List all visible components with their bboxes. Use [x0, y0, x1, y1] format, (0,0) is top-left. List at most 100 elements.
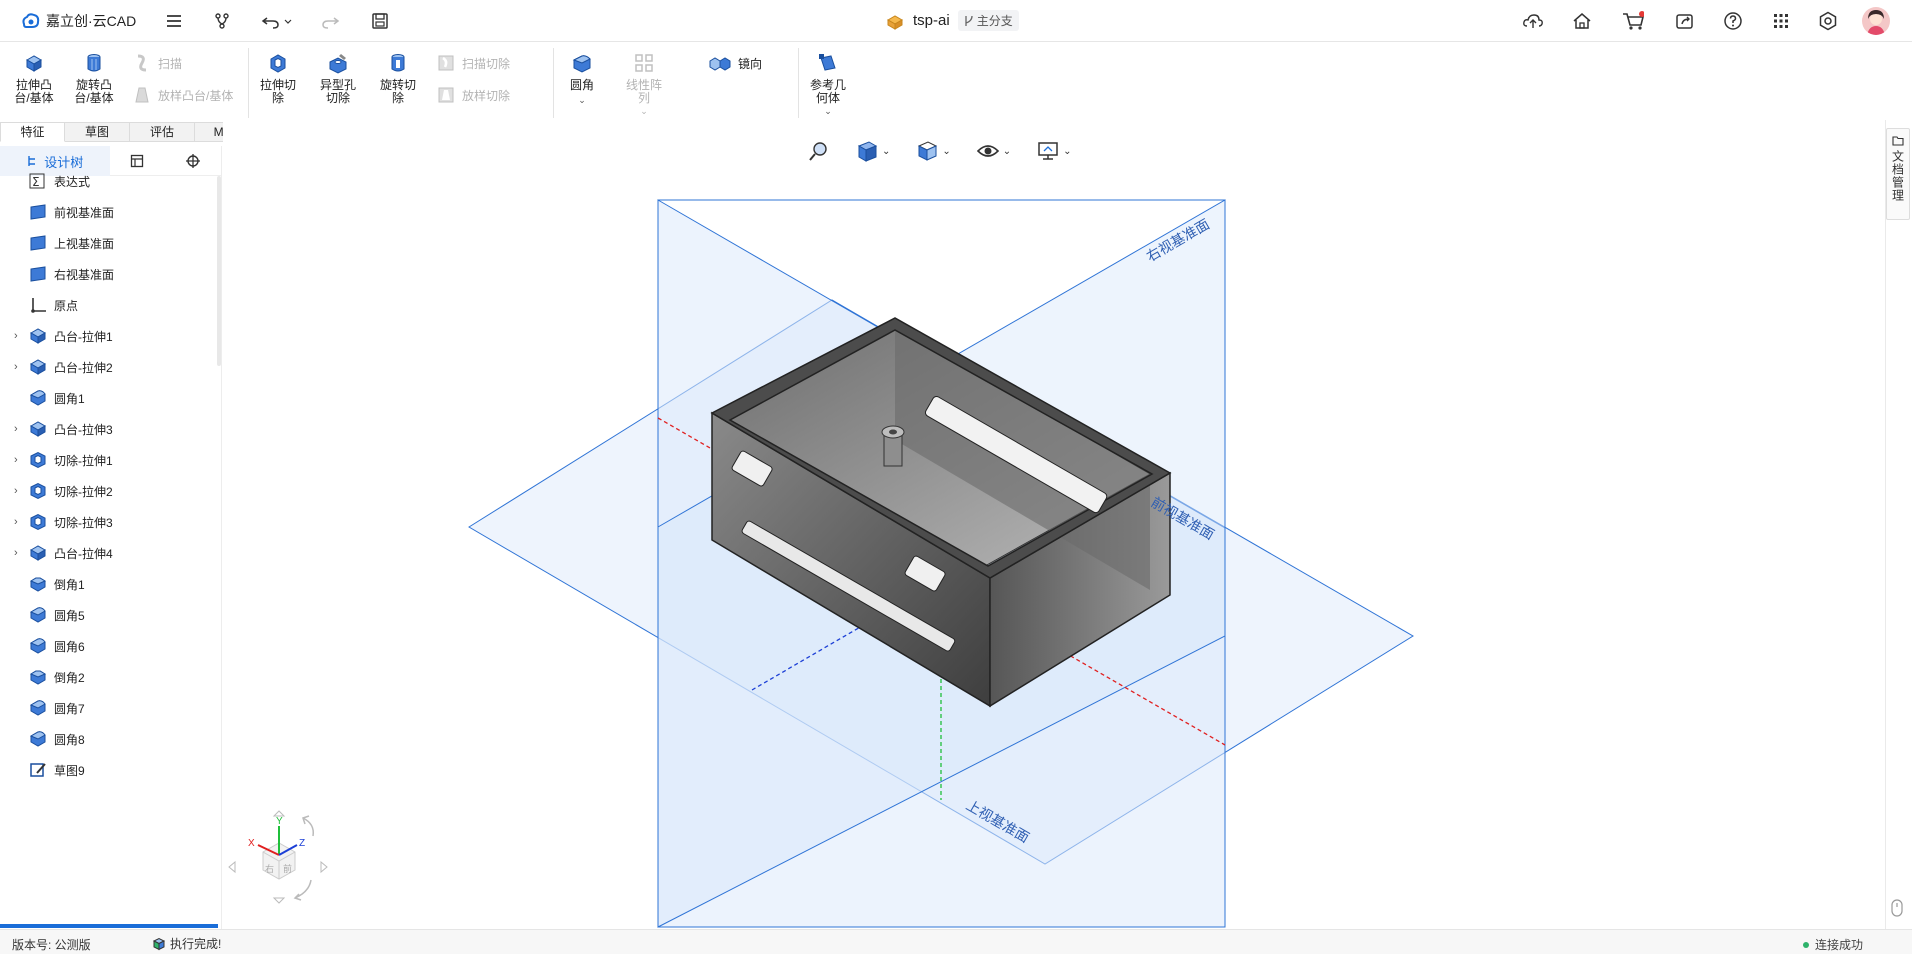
mouse-icon — [1891, 899, 1903, 917]
tree-item[interactable]: › 凸台-拉伸3 — [0, 419, 113, 439]
3d-viewport[interactable]: 右视基准面 前视基准面 上视基准面 Y X Z 右 前 — [223, 120, 1885, 929]
fillet-button[interactable]: 圆角 ⌄ — [560, 52, 604, 107]
tree-item[interactable]: 草图9 — [0, 760, 85, 780]
display-style-button[interactable]: ⌄ — [916, 140, 951, 162]
chevron-right-icon[interactable]: › — [14, 547, 28, 559]
tree-item-label: 凸台-拉伸3 — [54, 422, 113, 437]
sweep-cut-button[interactable]: 扫描切除 — [436, 53, 510, 73]
cart-icon[interactable] — [1622, 10, 1644, 32]
folder-icon — [1892, 136, 1904, 146]
tree-item[interactable]: 圆角1 — [0, 388, 85, 408]
branch-selector[interactable]: 主分支 — [957, 10, 1019, 31]
rotate-arrow-icon — [302, 815, 315, 837]
cloud-upload-icon[interactable] — [1522, 10, 1544, 32]
tree-item[interactable]: 圆角7 — [0, 698, 85, 718]
loft-boss-button[interactable]: 放样凸台/基体 — [132, 85, 233, 105]
fillet-icon — [572, 55, 591, 73]
cut-extrude-icon — [28, 451, 48, 469]
menu-icon[interactable] — [163, 10, 185, 32]
fillet-dropdown-chevron-icon[interactable]: ⌄ — [560, 94, 604, 107]
user-avatar[interactable] — [1862, 7, 1890, 35]
zoom-fit-button[interactable] — [808, 140, 830, 162]
tree-item[interactable]: 倒角1 — [0, 574, 85, 594]
model-scene: 右视基准面 前视基准面 上视基准面 — [468, 199, 1414, 928]
tree-item[interactable]: › 切除-拉伸1 — [0, 450, 113, 470]
origin-tab[interactable] — [165, 146, 221, 176]
tab-features[interactable]: 特征 — [0, 122, 65, 142]
chevron-right-icon[interactable]: › — [14, 423, 28, 435]
svg-text:Σ: Σ — [32, 175, 40, 189]
chevron-right-icon[interactable]: › — [14, 516, 28, 528]
tree-item[interactable]: › 凸台-拉伸2 — [0, 357, 113, 377]
redo-icon[interactable] — [319, 10, 341, 32]
tree-item[interactable]: 圆角8 — [0, 729, 85, 749]
tree-item-label: 圆角7 — [54, 701, 85, 716]
connection-status: 连接成功 — [1803, 936, 1863, 953]
revolve-boss-label: 旋转凸 台/基体 — [74, 78, 114, 105]
revolve-boss-button[interactable]: 旋转凸 台/基体 — [72, 52, 116, 105]
tree-item[interactable]: 前视基准面 — [0, 202, 114, 222]
tree-item[interactable]: › 切除-拉伸3 — [0, 512, 113, 532]
share-icon[interactable] — [1674, 10, 1696, 32]
sweep-cut-label: 扫描切除 — [462, 56, 511, 71]
revolve-cut-icon — [391, 54, 405, 72]
view-orientation-button[interactable]: ⌄ — [856, 140, 890, 162]
loft-cut-button[interactable]: 放样切除 — [436, 85, 510, 105]
tab-sketch[interactable]: 草图 — [65, 122, 130, 142]
revolve-cut-label: 旋转切 除 — [379, 78, 416, 105]
tree-item[interactable]: 圆角6 — [0, 636, 85, 656]
visibility-button[interactable]: ⌄ — [976, 143, 1011, 159]
app-logo[interactable]: 嘉立创·云CAD — [20, 11, 136, 31]
help-icon[interactable] — [1722, 10, 1744, 32]
undo-icon[interactable] — [260, 10, 294, 32]
boss-extrude-icon — [28, 327, 48, 345]
tree-item[interactable]: 原点 — [0, 295, 78, 315]
extrude-cut-button[interactable]: 拉伸切 除 — [256, 52, 300, 105]
tree-item-label: 右视基准面 — [54, 267, 115, 282]
tree-item[interactable]: › 切除-拉伸2 — [0, 481, 113, 501]
tree-scrollbar[interactable] — [217, 176, 221, 366]
apps-icon[interactable] — [1770, 10, 1792, 32]
tree-item[interactable]: 右视基准面 — [0, 264, 114, 284]
chevron-right-icon[interactable]: › — [14, 485, 28, 497]
display-style-icon — [918, 141, 938, 161]
chamfer-icon — [28, 668, 48, 686]
property-tab[interactable] — [110, 146, 166, 176]
document-name[interactable]: tsp-ai — [913, 12, 950, 29]
sweep-button[interactable]: 扫描 — [132, 53, 182, 73]
tree-item-label: 草图9 — [54, 763, 85, 778]
save-icon[interactable] — [369, 10, 391, 32]
branch-icon[interactable] — [211, 10, 233, 32]
revolve-cut-button[interactable]: 旋转切 除 — [376, 52, 420, 105]
document-manager-button[interactable]: 文档管理 — [1886, 128, 1910, 220]
chevron-down-icon: ⌄ — [1063, 145, 1072, 157]
tree-item[interactable]: Σ 表达式 — [0, 171, 90, 191]
reference-geometry-button[interactable]: 参考几 何体 ⌄ — [806, 52, 850, 118]
orientation-triad[interactable]: Y X Z 右 前 — [223, 810, 333, 920]
chevron-right-icon[interactable]: › — [14, 361, 28, 373]
home-icon[interactable] — [1571, 10, 1593, 32]
plane-icon — [28, 234, 48, 252]
status-cube-icon — [152, 937, 166, 950]
settings-icon[interactable] — [1817, 10, 1839, 32]
screen-settings-button[interactable]: ⌄ — [1037, 141, 1072, 161]
pattern-dropdown-chevron-icon[interactable]: ⌄ — [622, 105, 666, 118]
chevron-right-icon[interactable]: › — [14, 454, 28, 466]
boss-post-hole — [889, 429, 897, 435]
boss-extrude-icon — [28, 544, 48, 562]
extrude-boss-button[interactable]: 拉伸凸 台/基体 — [12, 52, 56, 105]
boss-extrude-icon — [28, 358, 48, 376]
chevron-right-icon[interactable]: › — [14, 330, 28, 342]
ref-geometry-dropdown-chevron-icon[interactable]: ⌄ — [806, 105, 850, 118]
tree-item-label: 原点 — [54, 298, 79, 313]
linear-pattern-button[interactable]: 线性阵 列 ⌄ — [622, 52, 666, 118]
tree-item[interactable]: 上视基准面 — [0, 233, 114, 253]
mirror-button[interactable]: 镜向 — [708, 53, 762, 73]
tree-item[interactable]: › 凸台-拉伸1 — [0, 326, 113, 346]
tree-item[interactable]: 倒角2 — [0, 667, 85, 687]
tree-item[interactable]: › 凸台-拉伸4 — [0, 543, 113, 563]
tree-item[interactable]: 圆角5 — [0, 605, 85, 625]
sketch-icon — [28, 761, 48, 779]
hole-cut-button[interactable]: 异型孔 切除 — [316, 52, 360, 105]
tab-evaluate[interactable]: 评估 — [130, 122, 195, 142]
